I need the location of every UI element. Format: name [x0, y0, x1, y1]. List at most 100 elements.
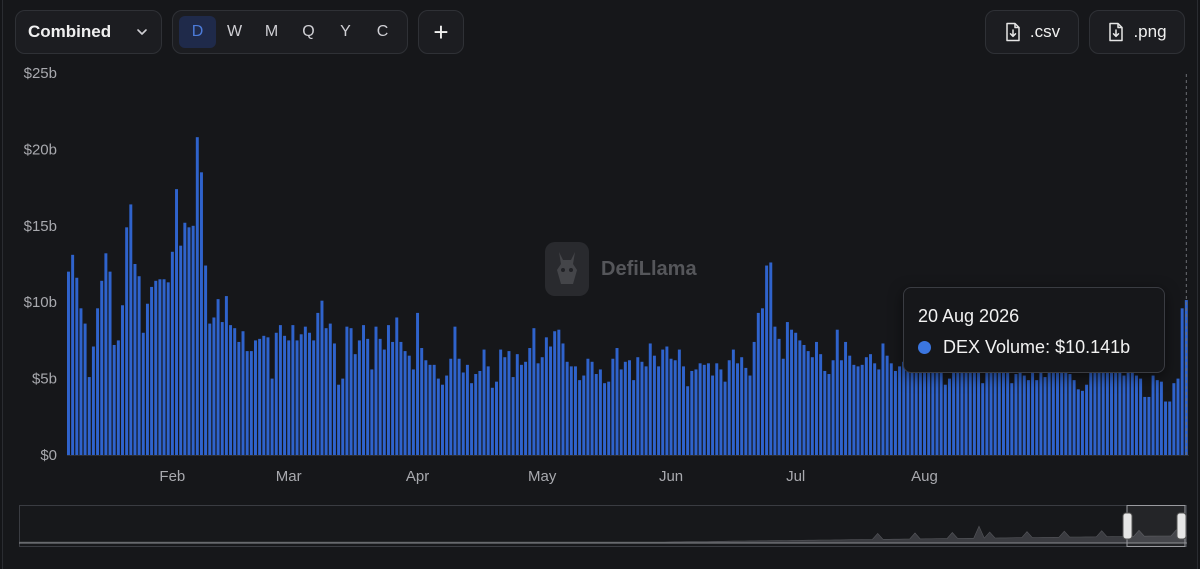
bar: [374, 326, 378, 455]
bar: [1159, 381, 1163, 455]
bar: [83, 323, 87, 455]
bar: [827, 374, 831, 455]
bar: [748, 375, 752, 455]
bar: [1155, 380, 1159, 455]
bar: [640, 361, 644, 455]
bar: [1139, 378, 1143, 455]
y-tick-label: $5b: [32, 371, 57, 388]
bar: [706, 363, 710, 455]
bar: [852, 364, 856, 455]
x-tick-label: Mar: [276, 468, 302, 485]
bar: [1043, 377, 1047, 455]
bar: [1184, 300, 1188, 455]
bar: [756, 312, 760, 455]
brush-selection[interactable]: [1126, 505, 1186, 547]
y-tick-label: $15b: [24, 218, 57, 235]
bar: [465, 364, 469, 455]
bar-chart: $0 $5b $10b $15b $20b $25b Feb Mar Apr May Jun Jul A…: [24, 65, 1189, 485]
bar: [436, 378, 440, 455]
combined-dropdown-label: Combined: [28, 22, 112, 41]
bar: [295, 340, 299, 455]
bar: [740, 357, 744, 455]
bar: [848, 355, 852, 455]
bar: [715, 363, 719, 455]
download-png-button[interactable]: .png: [1089, 10, 1185, 54]
bar: [1105, 364, 1109, 455]
bar: [179, 245, 183, 455]
bar: [632, 380, 636, 455]
bar: [582, 375, 586, 455]
period-d[interactable]: D: [179, 16, 216, 48]
bar: [341, 378, 345, 455]
bar: [254, 340, 257, 455]
bar: [1085, 384, 1089, 455]
bar: [528, 348, 532, 455]
bar: [67, 271, 70, 455]
bar: [719, 369, 723, 455]
bar: [511, 377, 515, 455]
bar: [565, 361, 569, 455]
brush-handle[interactable]: [1176, 512, 1187, 540]
tooltip-series-row: DEX Volume: $10.141b: [918, 337, 1150, 358]
bar: [1010, 383, 1014, 455]
bar: [432, 364, 436, 455]
bar: [1076, 389, 1080, 455]
bar: [798, 340, 802, 455]
bar: [898, 366, 902, 455]
tooltip-date: 20 Aug 2026: [918, 306, 1020, 326]
bar: [229, 325, 233, 455]
bar: [266, 337, 270, 455]
download-csv-button[interactable]: .csv: [985, 10, 1079, 54]
bar: [636, 357, 640, 455]
bar: [611, 358, 615, 455]
bar: [1039, 363, 1043, 455]
bar: [162, 279, 166, 455]
bar: [233, 328, 237, 455]
bar: [515, 354, 519, 455]
bar: [386, 325, 390, 455]
bar: [923, 364, 926, 455]
range-brush[interactable]: [19, 505, 1187, 547]
x-tick-label: Apr: [406, 468, 429, 485]
bar: [623, 361, 627, 455]
period-selector: DWMQYC: [172, 10, 408, 54]
bar: [690, 370, 694, 455]
bar: [495, 381, 498, 455]
bar: [258, 338, 262, 455]
period-q[interactable]: Q: [290, 16, 327, 48]
period-y[interactable]: Y: [327, 16, 364, 48]
bar: [237, 341, 241, 455]
bar: [652, 355, 656, 455]
bar: [141, 332, 145, 455]
combined-dropdown[interactable]: Combined: [15, 10, 162, 54]
x-tick-label: Feb: [159, 468, 185, 485]
add-button[interactable]: +: [418, 10, 464, 54]
bar: [1180, 308, 1184, 455]
bar: [682, 366, 685, 455]
bar: [615, 348, 619, 455]
bar: [702, 364, 706, 455]
bar: [241, 331, 245, 455]
bar: [420, 348, 424, 455]
bar: [145, 303, 149, 455]
bar: [1164, 401, 1168, 455]
bar: [199, 172, 203, 455]
period-c[interactable]: C: [364, 16, 401, 48]
bar: [478, 370, 482, 455]
bar: [150, 286, 154, 455]
bar: [540, 357, 544, 455]
bar: [303, 326, 307, 455]
bar: [357, 340, 361, 455]
bar: [781, 358, 785, 455]
x-tick-label: Jun: [659, 468, 683, 485]
brush-handle[interactable]: [1122, 512, 1133, 540]
bar: [1101, 367, 1105, 455]
bar: [1122, 375, 1126, 455]
bar: [603, 383, 607, 455]
period-w[interactable]: W: [216, 16, 253, 48]
bar: [1168, 401, 1172, 455]
period-m[interactable]: M: [253, 16, 290, 48]
bar: [561, 343, 565, 455]
bar: [349, 328, 353, 455]
bar: [806, 351, 810, 455]
